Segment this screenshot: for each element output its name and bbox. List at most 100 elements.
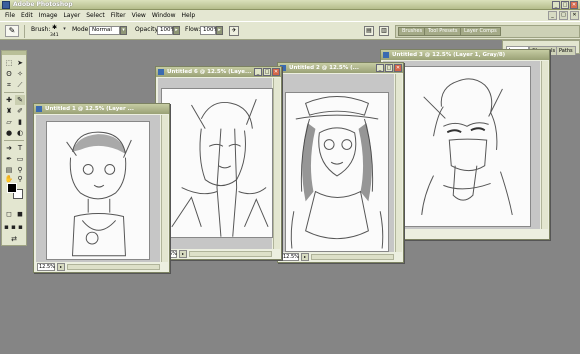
dodge-icon[interactable]: ◐ (15, 128, 25, 138)
lasso-icon[interactable]: ʘ (4, 69, 14, 79)
document-titlebar[interactable]: Untitled 1 @ 12.5% (Layer ... (34, 104, 169, 114)
zoom-level[interactable]: 12.5% (37, 263, 55, 271)
sketch-drawing (421, 78, 513, 216)
gradient-icon[interactable]: ▮ (15, 117, 25, 127)
sketch-canvas[interactable] (403, 66, 531, 227)
marquee-icon[interactable]: ⬚ (4, 58, 14, 68)
menu-edit[interactable]: Edit (19, 10, 37, 21)
palette-well-icon[interactable]: ▥ (379, 26, 389, 36)
tab-layer-comps[interactable]: Layer Comps (460, 27, 501, 36)
menu-help[interactable]: Help (180, 10, 200, 21)
menu-file[interactable]: File (3, 10, 19, 21)
document-status-bar: 12.5% ▸ (36, 263, 160, 271)
canvas-area[interactable] (158, 78, 273, 249)
brush-icon[interactable]: ✎ (15, 95, 25, 105)
blur-icon[interactable]: ● (4, 128, 14, 138)
airbrush-icon[interactable]: ✈ (229, 26, 239, 36)
doc-minimize-button[interactable]: _ (548, 11, 557, 20)
crop-icon[interactable]: ⌗ (4, 80, 14, 90)
vertical-scrollbar[interactable] (541, 61, 548, 229)
window-controls: _ □ ✕ (552, 1, 578, 9)
standard-mode-icon[interactable]: ◻ (4, 209, 14, 219)
sketch-canvas[interactable] (161, 88, 273, 238)
horizontal-scrollbar[interactable] (67, 264, 160, 270)
opacity-label: Opacity: (135, 26, 160, 33)
tab-tool-presets[interactable]: Tool Presets (424, 27, 462, 36)
document-status-bar: 12.5% ▸ (158, 250, 272, 258)
maximize-button[interactable]: □ (263, 68, 271, 76)
opacity-input[interactable]: 100% (157, 26, 176, 35)
doc-close-button[interactable]: ✕ (570, 11, 579, 20)
menu-window[interactable]: Window (150, 10, 180, 21)
move-icon[interactable]: ➤ (15, 58, 25, 68)
file-browser-icon[interactable]: ▤ (364, 26, 374, 36)
clone-stamp-icon[interactable]: ♜ (4, 106, 14, 116)
canvas-area[interactable] (383, 61, 540, 229)
document-icon (36, 106, 42, 112)
eraser-icon[interactable]: ▱ (4, 117, 14, 127)
imageready-icon[interactable]: ⇄ (9, 234, 19, 244)
pen-icon[interactable]: ✒ (4, 154, 14, 164)
vertical-scrollbar[interactable] (273, 78, 280, 249)
document-title: Untitled 6 @ 12.5% (Laye... (167, 69, 252, 75)
menu-layer[interactable]: Layer (61, 10, 84, 21)
sketch-canvas[interactable] (46, 121, 150, 260)
path-selection-icon[interactable]: ➜ (4, 143, 14, 153)
close-button[interactable]: ✕ (272, 68, 280, 76)
brush-tool-icon[interactable]: ✎ (5, 25, 19, 37)
screen-mode-full-menu-icon[interactable]: ▪ (10, 222, 17, 232)
brush-dropdown-arrow[interactable]: ▾ (61, 26, 68, 35)
minimize-button[interactable]: _ (552, 1, 560, 9)
document-titlebar[interactable]: Untitled 2 @ 12.5% (... _ □ ✕ (278, 63, 403, 73)
horizontal-scrollbar[interactable] (311, 254, 394, 260)
status-menu-button[interactable]: ▸ (301, 253, 309, 261)
tab-brushes[interactable]: Brushes (398, 27, 427, 36)
toolbox-grip[interactable] (2, 51, 26, 55)
history-brush-icon[interactable]: ✐ (15, 106, 25, 116)
sketch-drawing (171, 98, 269, 237)
document-titlebar[interactable]: Untitled 3 @ 12.5% (Layer 1, Gray/8) (381, 50, 549, 60)
canvas-area[interactable] (36, 115, 160, 262)
opacity-slider-arrow[interactable]: ▸ (173, 26, 180, 35)
menu-filter[interactable]: Filter (109, 10, 130, 21)
doc-maximize-button[interactable]: □ (559, 11, 568, 20)
status-menu-button[interactable]: ▸ (57, 263, 65, 271)
vertical-scrollbar[interactable] (161, 115, 168, 262)
sketch-canvas[interactable] (285, 92, 389, 252)
foreground-color-swatch[interactable] (7, 183, 17, 193)
flow-input[interactable]: 100% (200, 26, 219, 35)
type-icon[interactable]: T (15, 143, 25, 153)
maximize-button[interactable]: □ (385, 64, 393, 72)
close-button[interactable]: ✕ (394, 64, 402, 72)
mode-select[interactable]: Normal (89, 26, 120, 35)
document-window-untitled-1[interactable]: Untitled 1 @ 12.5% (Layer ... 12.5% ▸ (33, 103, 170, 273)
zoom-level[interactable]: 12.5% (281, 253, 299, 261)
shape-icon[interactable]: ▭ (15, 154, 25, 164)
mode-label: Mode: (72, 26, 91, 33)
menu-bar: File Edit Image Layer Select Filter View… (0, 10, 580, 21)
maximize-button[interactable]: □ (561, 1, 569, 9)
document-window-untitled-3[interactable]: Untitled 3 @ 12.5% (Layer 1, Gray/8) (380, 49, 550, 240)
magic-wand-icon[interactable]: ✧ (15, 69, 25, 79)
menu-select[interactable]: Select (84, 10, 109, 21)
flow-slider-arrow[interactable]: ▸ (216, 26, 223, 35)
quick-mask-icon[interactable]: ◼ (15, 209, 25, 219)
screen-mode-standard-icon[interactable]: ▪ (3, 222, 10, 232)
close-button[interactable]: ✕ (570, 1, 578, 9)
mode-dropdown-arrow[interactable]: ▾ (120, 26, 127, 35)
menu-view[interactable]: View (130, 10, 150, 21)
document-window-untitled-2[interactable]: Untitled 2 @ 12.5% (... _ □ ✕ 12.5% ▸ (277, 62, 404, 263)
healing-brush-icon[interactable]: ✚ (4, 95, 14, 105)
screen-mode-full-icon[interactable]: ▪ (17, 222, 24, 232)
menu-image[interactable]: Image (37, 10, 62, 21)
document-window-untitled-6[interactable]: Untitled 6 @ 12.5% (Laye... _ □ ✕ ▸ (155, 66, 282, 260)
vertical-scrollbar[interactable] (395, 74, 402, 252)
canvas-area[interactable] (280, 74, 394, 252)
status-menu-button[interactable]: ▸ (179, 250, 187, 258)
document-titlebar[interactable]: Untitled 6 @ 12.5% (Laye... _ □ ✕ (156, 67, 281, 77)
tab-paths[interactable]: Paths (556, 46, 576, 55)
slice-icon[interactable]: ⟋ (15, 80, 25, 90)
minimize-button[interactable]: _ (254, 68, 262, 76)
horizontal-scrollbar[interactable] (189, 251, 272, 257)
minimize-button[interactable]: _ (376, 64, 384, 72)
